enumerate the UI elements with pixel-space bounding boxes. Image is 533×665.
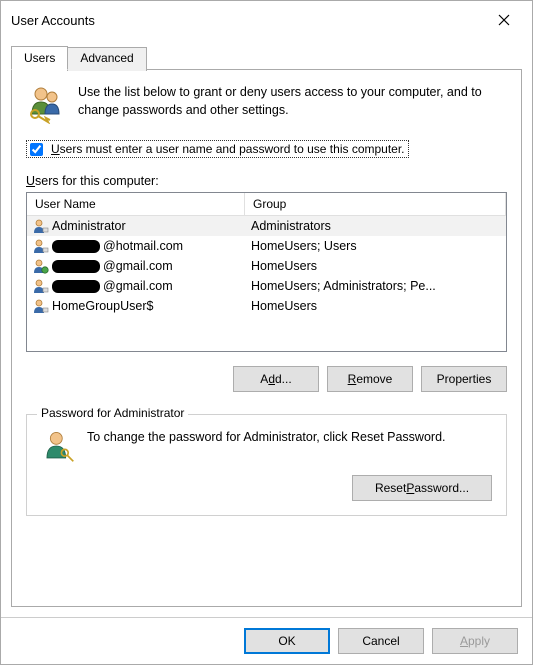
- ok-button[interactable]: OK: [244, 628, 330, 654]
- cell-username: @gmail.com: [27, 256, 245, 276]
- window-title: User Accounts: [11, 13, 95, 28]
- table-row[interactable]: AdministratorAdministrators: [27, 216, 506, 236]
- password-text: To change the password for Administrator…: [87, 429, 446, 447]
- remove-button[interactable]: Remove: [327, 366, 413, 392]
- cell-username: @hotmail.com: [27, 236, 245, 256]
- column-header-group[interactable]: Group: [245, 193, 506, 215]
- tab-strip: Users Advanced: [11, 45, 522, 69]
- users-keys-icon: [26, 84, 66, 124]
- add-button[interactable]: Add...: [233, 366, 319, 392]
- user-icon: [33, 298, 49, 314]
- redacted-text: [52, 240, 100, 253]
- user-globe-icon: [33, 258, 49, 274]
- cell-group: HomeUsers; Administrators; Pe...: [245, 277, 506, 295]
- user-icon: [33, 278, 49, 294]
- reset-password-button[interactable]: Reset Password...: [352, 475, 492, 501]
- list-body: AdministratorAdministrators@hotmail.comH…: [27, 216, 506, 316]
- cell-username: @gmail.com: [27, 276, 245, 296]
- table-row[interactable]: @hotmail.comHomeUsers; Users: [27, 236, 506, 256]
- user-icon: [33, 218, 49, 234]
- cell-group: Administrators: [245, 217, 506, 235]
- cell-username: HomeGroupUser$: [27, 296, 245, 316]
- table-row[interactable]: @gmail.comHomeUsers: [27, 256, 506, 276]
- table-row[interactable]: HomeGroupUser$HomeUsers: [27, 296, 506, 316]
- password-group-legend: Password for Administrator: [37, 406, 188, 420]
- redacted-text: [52, 260, 100, 273]
- cell-username: Administrator: [27, 216, 245, 236]
- cell-group: HomeUsers: [245, 257, 506, 275]
- cell-group: HomeUsers; Users: [245, 237, 506, 255]
- dialog-button-bar: OK Cancel Apply: [1, 617, 532, 664]
- properties-button[interactable]: Properties: [421, 366, 507, 392]
- require-password-checkbox[interactable]: [30, 143, 43, 156]
- require-password-checkbox-row[interactable]: Users must enter a user name and passwor…: [26, 140, 409, 158]
- titlebar: User Accounts: [1, 1, 532, 39]
- table-row[interactable]: @gmail.comHomeUsers; Administrators; Pe.…: [27, 276, 506, 296]
- users-list[interactable]: User Name Group AdministratorAdministrat…: [26, 192, 507, 352]
- cancel-button[interactable]: Cancel: [338, 628, 424, 654]
- require-password-label: Users must enter a user name and passwor…: [51, 142, 405, 156]
- tab-panel-users: Use the list below to grant or deny user…: [11, 69, 522, 607]
- users-list-label: Users for this computer:: [26, 174, 507, 188]
- intro-row: Use the list below to grant or deny user…: [26, 84, 507, 124]
- apply-button[interactable]: Apply: [432, 628, 518, 654]
- user-key-icon: [41, 429, 75, 463]
- tab-advanced[interactable]: Advanced: [67, 47, 146, 71]
- list-action-row: Add... Remove Properties: [26, 366, 507, 392]
- user-icon: [33, 238, 49, 254]
- cell-group: HomeUsers: [245, 297, 506, 315]
- user-accounts-window: User Accounts Users Advanced Use the lis…: [0, 0, 533, 665]
- list-header: User Name Group: [27, 193, 506, 216]
- password-group: Password for Administrator To change the…: [26, 414, 507, 516]
- close-icon: [498, 14, 510, 26]
- content-area: Users Advanced Use the list below to gra…: [1, 39, 532, 617]
- intro-text: Use the list below to grant or deny user…: [78, 84, 507, 124]
- close-button[interactable]: [484, 7, 524, 33]
- column-header-username[interactable]: User Name: [27, 193, 245, 215]
- redacted-text: [52, 280, 100, 293]
- tab-users[interactable]: Users: [11, 46, 68, 70]
